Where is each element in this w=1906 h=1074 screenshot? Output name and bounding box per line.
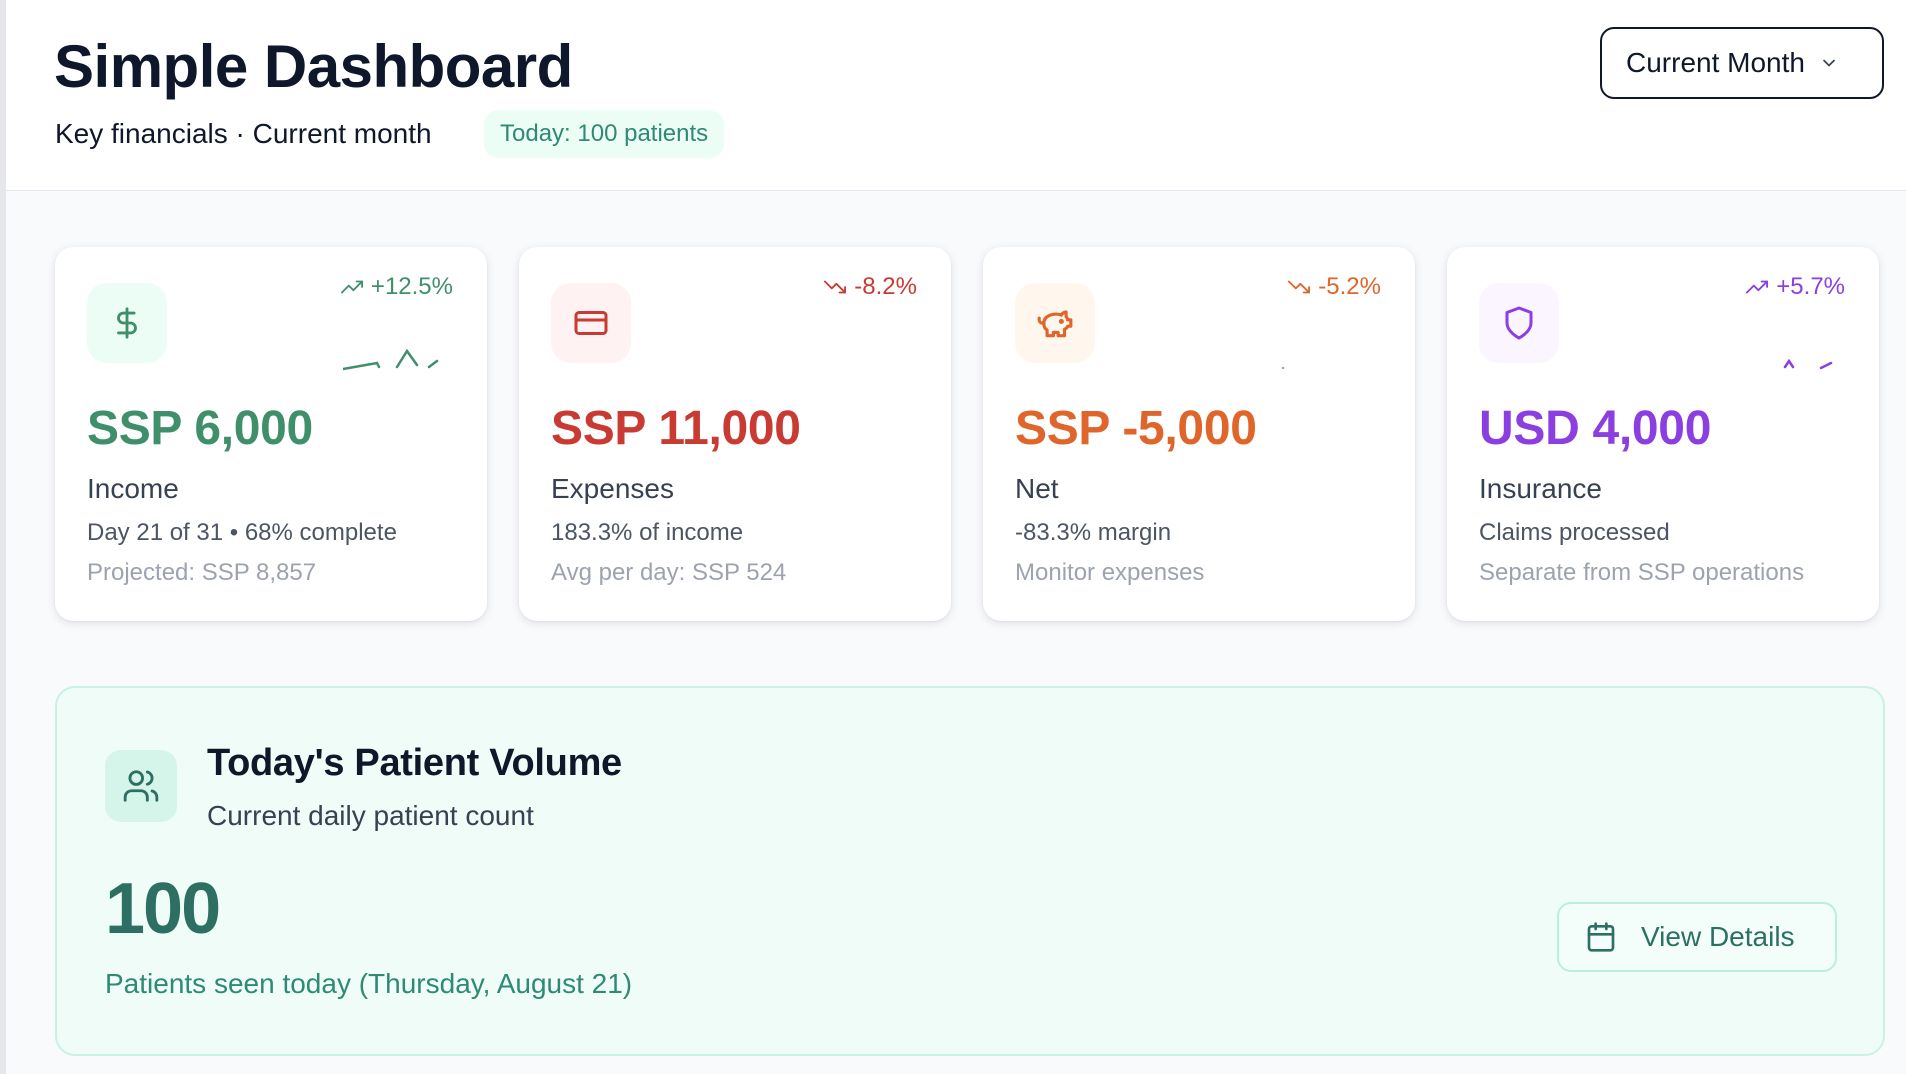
insurance-claims-text: Claims processed [1479, 519, 1670, 546]
insurance-label: Insurance [1479, 473, 1602, 504]
income-projection-text: Projected: SSP 8,857 [87, 559, 317, 586]
income-icon-box [87, 283, 167, 363]
expenses-amount: SSP 11,000 [551, 402, 801, 455]
trending-down-icon [1288, 280, 1311, 294]
net-delta-value: -5.2% [1318, 273, 1381, 300]
view-details-button[interactable]: View Details [1557, 902, 1837, 972]
insurance-sparkline [1783, 358, 1833, 370]
view-details-label: View Details [1641, 921, 1795, 952]
trending-up-icon [1746, 280, 1769, 294]
calendar-icon [1587, 922, 1615, 952]
net-icon-box [1015, 283, 1095, 363]
insurance-card: +5.7% USD 4,000 Insurance Claims process… [1447, 247, 1879, 621]
today-patients-badge: Today: 100 patients [484, 110, 725, 158]
income-delta: +12.5% [340, 273, 453, 301]
patient-volume-panel: Today's Patient Volume Current daily pat… [55, 686, 1885, 1056]
trending-up-icon [340, 280, 363, 294]
income-delta-value: +12.5% [370, 273, 453, 300]
patient-volume-icon-box [105, 750, 177, 822]
patient-volume-subtitle: Current daily patient count [207, 800, 534, 831]
net-card: -5.2% SSP -5,000 Net -83.3% margin Monit… [983, 247, 1415, 621]
income-progress-text: Day 21 of 31 • 68% complete [87, 519, 397, 546]
credit-card-icon [574, 311, 608, 335]
net-label: Net [1015, 473, 1059, 504]
insurance-delta: +5.7% [1746, 273, 1845, 301]
income-label: Income [87, 473, 179, 504]
patient-volume-title: Today's Patient Volume [207, 742, 622, 784]
net-advice-text: Monitor expenses [1015, 559, 1205, 586]
insurance-icon-box [1479, 283, 1559, 363]
period-select-value: Current Month [1626, 47, 1805, 78]
patient-count: 100 [105, 869, 221, 949]
net-margin-text: -83.3% margin [1015, 519, 1172, 546]
net-delta: -5.2% [1288, 273, 1381, 301]
insurance-note-text: Separate from SSP operations [1479, 559, 1805, 586]
income-card: +12.5% SSP 6,000 Income Day 21 of 31 • 6… [55, 247, 487, 621]
trending-down-icon [824, 280, 847, 294]
expenses-average-text: Avg per day: SSP 524 [551, 559, 787, 586]
period-select[interactable]: Current Month [1600, 27, 1884, 99]
insurance-amount: USD 4,000 [1479, 402, 1712, 455]
insurance-delta-value: +5.7% [1776, 273, 1845, 300]
net-sparkline [1281, 366, 1285, 370]
chevron-down-icon [1823, 59, 1835, 67]
users-icon [123, 770, 159, 802]
expenses-delta: -8.2% [824, 273, 917, 301]
expenses-card: -8.2% SSP 11,000 Expenses 183.3% of inco… [519, 247, 951, 621]
income-sparkline [343, 348, 439, 371]
dashboard-page: Simple Dashboard Key financials · Curren… [0, 0, 1906, 1074]
expenses-label: Expenses [551, 473, 674, 504]
expenses-ratio-text: 183.3% of income [551, 519, 744, 546]
patient-count-caption: Patients seen today (Thursday, August 21… [105, 968, 633, 999]
income-amount: SSP 6,000 [87, 402, 313, 455]
dashboard-header: Simple Dashboard Key financials · Curren… [6, 0, 1906, 191]
piggy-bank-icon [1037, 310, 1073, 338]
shield-icon [1505, 306, 1533, 340]
expenses-delta-value: -8.2% [854, 273, 917, 300]
page-subtitle: Key financials · Current month [55, 118, 432, 149]
net-amount: SSP -5,000 [1015, 402, 1257, 455]
dollar-icon [117, 307, 137, 339]
expenses-icon-box [551, 283, 631, 363]
page-title: Simple Dashboard [54, 33, 573, 100]
